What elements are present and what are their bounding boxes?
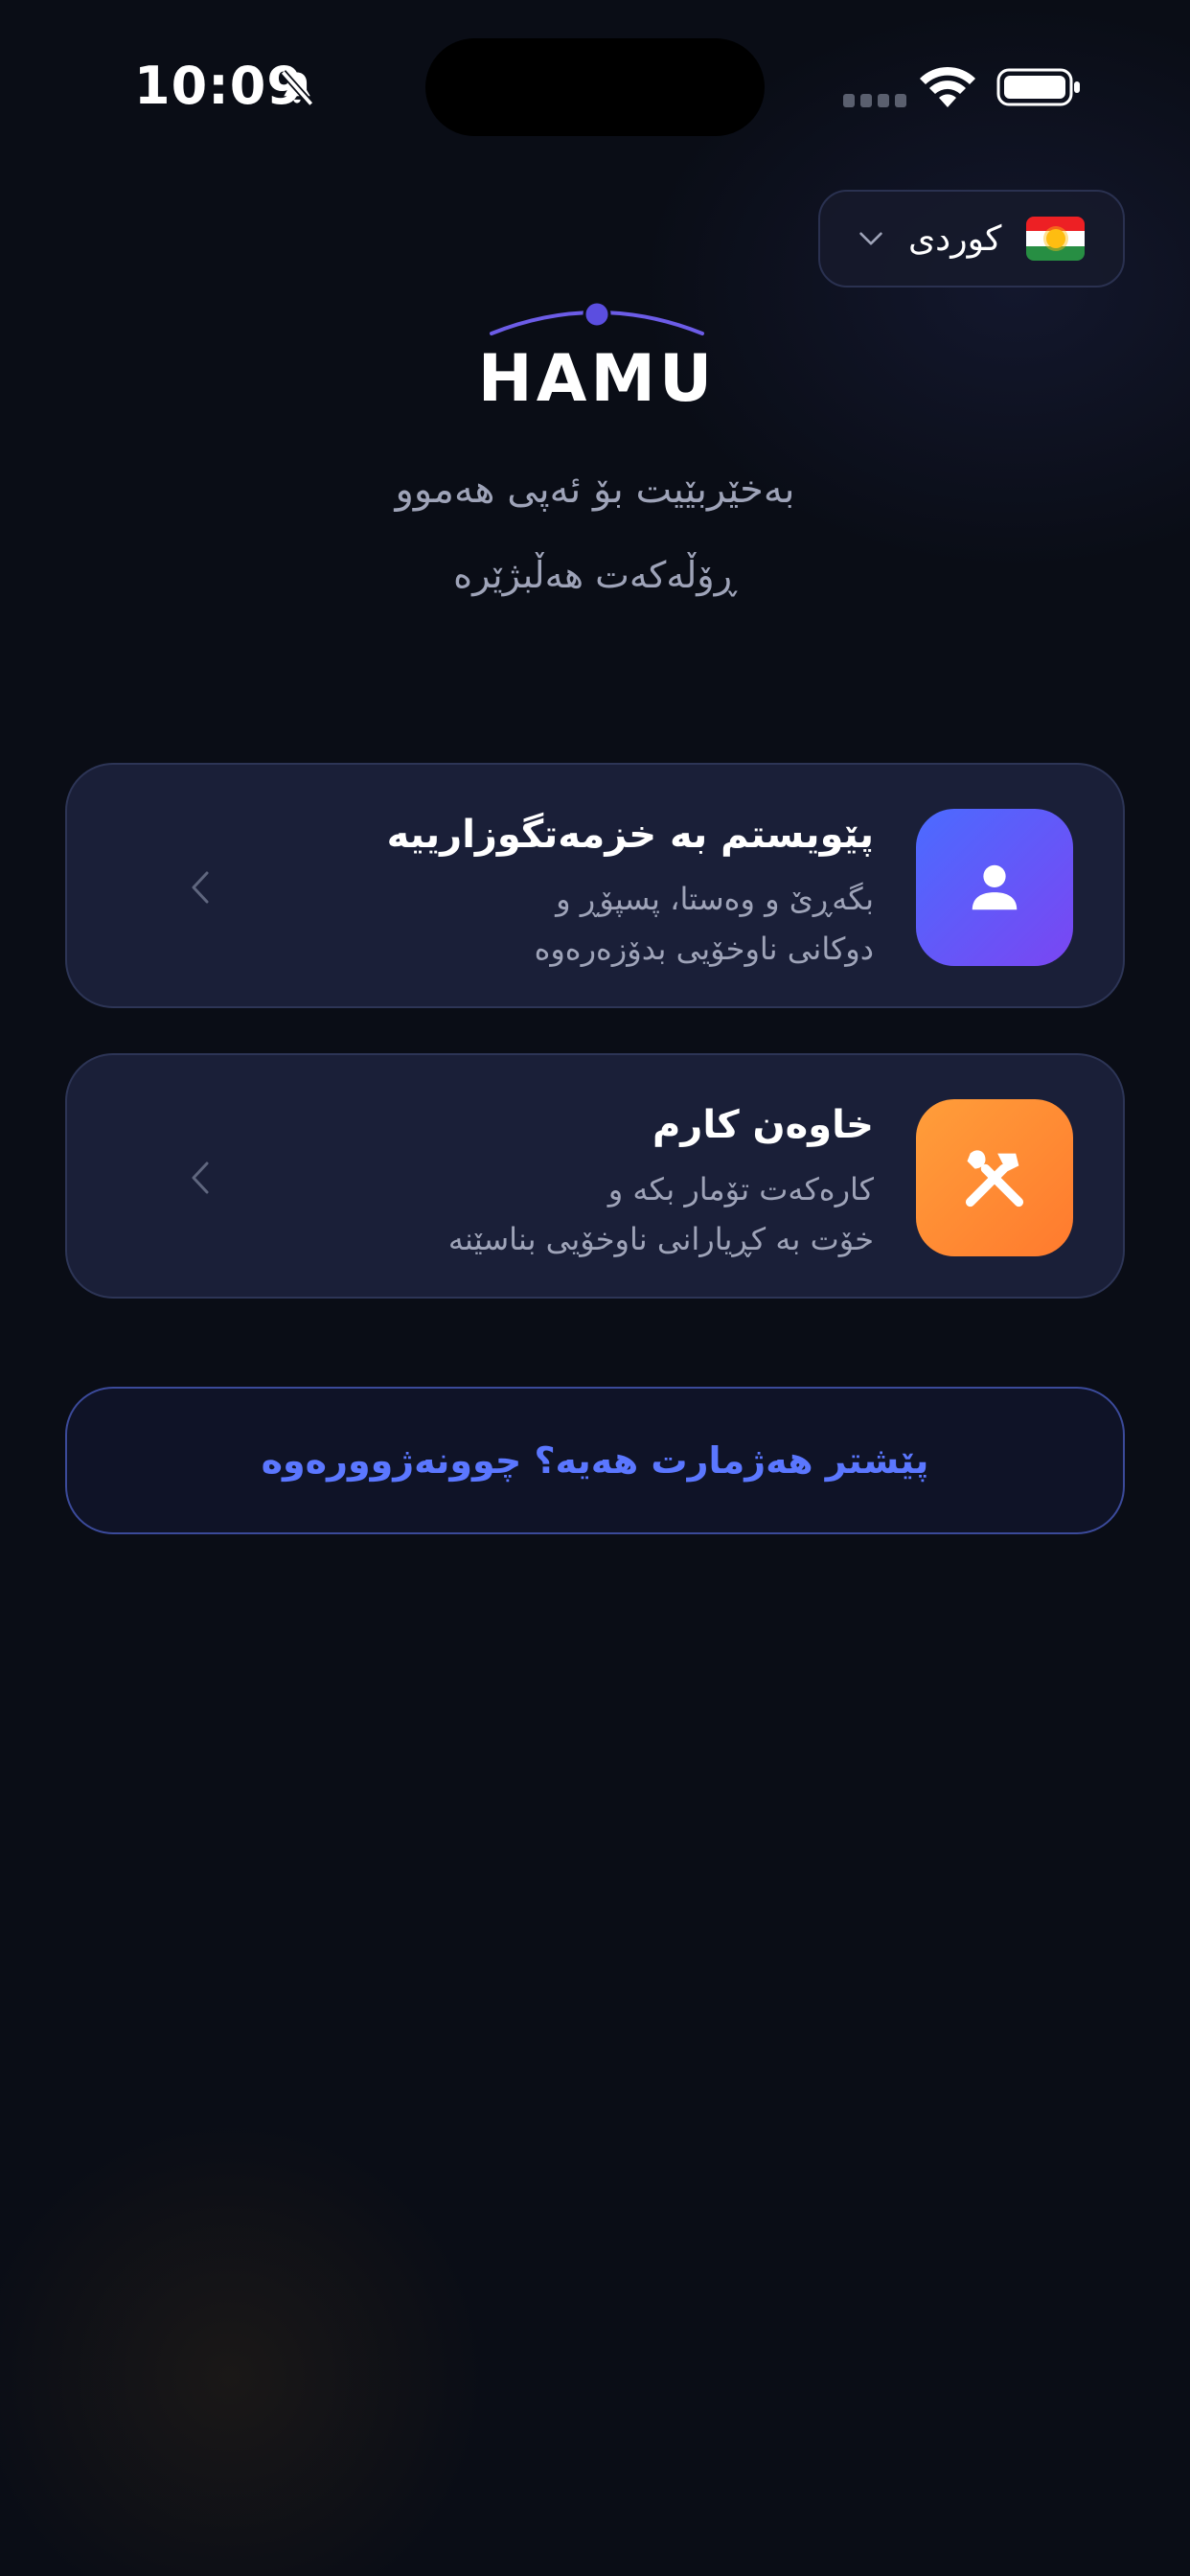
logo-text: HAMU [484,341,710,408]
chevron-down-icon [859,232,882,245]
login-button[interactable]: پێشتر هەژمارت هەیە؟ چوونەژوورەوە [65,1387,1125,1534]
bell-slash-icon [280,70,314,106]
role-description-line1: بگەڕێ و وەستا، پسپۆڕ و [556,881,874,917]
login-button-label: پێشتر هەژمارت هەیە؟ چوونەژوورەوە [261,1439,929,1482]
role-description-line1: کارەکەت تۆمار بکە و [607,1171,874,1208]
welcome-text: بەخێربێیت بۆ ئەپی هەموو [395,468,795,512]
role-icon-container [916,809,1073,966]
language-label: کوردی [908,218,1002,259]
battery-icon [996,68,1080,106]
dynamic-island [425,38,765,136]
chevron-left-icon [192,1162,209,1194]
language-selector[interactable]: کوردی [818,190,1125,288]
role-card-service-seeker[interactable]: پێویستم بە خزمەتگوزارییە بگەڕێ و وەستا، … [65,763,1125,1008]
role-description-line2: دوکانی ناوخۆیی بدۆزەرەوە [534,931,874,967]
role-title: پێویستم بە خزمەتگوزارییە [386,813,874,857]
choose-role-text: ڕۆڵەکەت هەڵبژێرە [453,554,737,596]
role-card-business-owner[interactable]: خاوەن کارم کارەکەت تۆمار بکە و خۆت بە کڕ… [65,1053,1125,1299]
cellular-signal-icon [843,94,906,107]
wifi-icon [920,66,975,107]
role-icon-container [916,1099,1073,1256]
chevron-left-icon [192,871,209,904]
user-icon [972,864,1018,910]
role-title: خاوەن کارم [652,1103,874,1147]
kurdistan-flag-icon [1026,217,1085,261]
role-description-line2: خۆت بە کڕیارانی ناوخۆیی بناسێنە [447,1221,874,1257]
screen: 10:09 کوردی HAMU بەخێربێیت بۆ ئەپی هەموو… [0,0,1190,2576]
tools-icon [965,1150,1024,1208]
hamu-logo: HAMU [484,300,710,408]
